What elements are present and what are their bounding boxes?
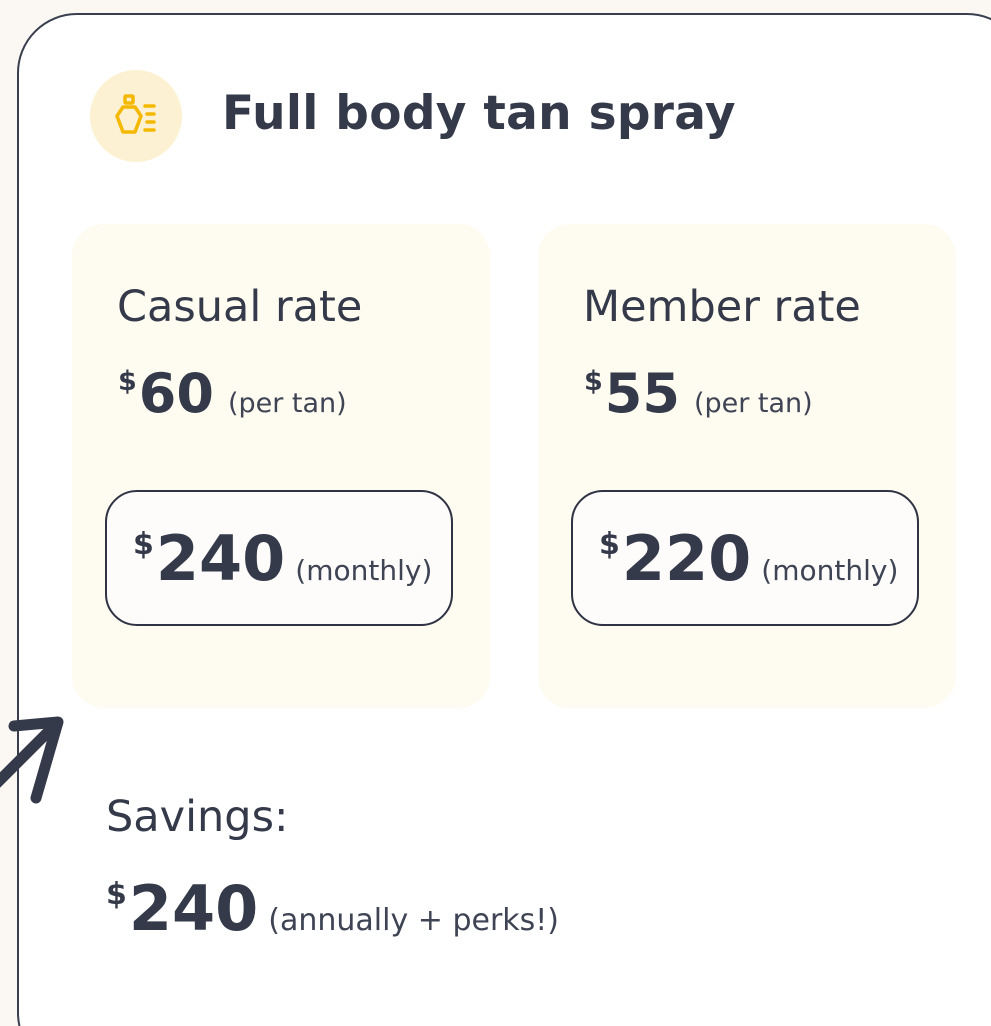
spray-bottle-icon xyxy=(115,94,156,134)
monthly-price: $220 (monthly) xyxy=(599,522,898,595)
monthly-unit: (monthly) xyxy=(761,554,899,587)
monthly-amount: 240 xyxy=(155,522,286,595)
currency-symbol: $ xyxy=(118,366,137,397)
per-tan-price: $55 (per tan) xyxy=(584,362,813,425)
savings-value: 240 xyxy=(128,872,259,945)
monthly-price-box: $220 (monthly) xyxy=(571,490,919,626)
savings-amount: $240 (annually + perks!) xyxy=(106,872,559,945)
monthly-price-box: $240 (monthly) xyxy=(105,490,453,626)
rate-name: Member rate xyxy=(583,282,861,332)
currency-symbol: $ xyxy=(133,527,154,562)
currency-symbol: $ xyxy=(106,877,127,912)
monthly-amount: 220 xyxy=(621,522,752,595)
currency-symbol: $ xyxy=(584,366,603,397)
member-rate-card: Member rate $55 (per tan) $220 (monthly) xyxy=(538,224,956,708)
price-unit: (per tan) xyxy=(227,388,347,419)
per-tan-price: $60 (per tan) xyxy=(118,362,347,425)
hand-drawn-arrow-icon xyxy=(0,716,64,804)
price-unit: (per tan) xyxy=(693,388,813,419)
casual-rate-card: Casual rate $60 (per tan) $240 (monthly) xyxy=(72,224,490,708)
savings-label: Savings: xyxy=(106,792,289,842)
service-icon-badge xyxy=(90,70,182,162)
price-amount: 55 xyxy=(604,362,680,425)
price-amount: 60 xyxy=(138,362,214,425)
page: Full body tan spray Casual rate $60 (per … xyxy=(0,0,991,1026)
monthly-unit: (monthly) xyxy=(295,554,433,587)
monthly-price: $240 (monthly) xyxy=(133,522,432,595)
rate-name: Casual rate xyxy=(117,282,363,332)
currency-symbol: $ xyxy=(599,527,620,562)
service-title: Full body tan spray xyxy=(222,86,736,141)
savings-unit: (annually + perks!) xyxy=(268,903,560,938)
